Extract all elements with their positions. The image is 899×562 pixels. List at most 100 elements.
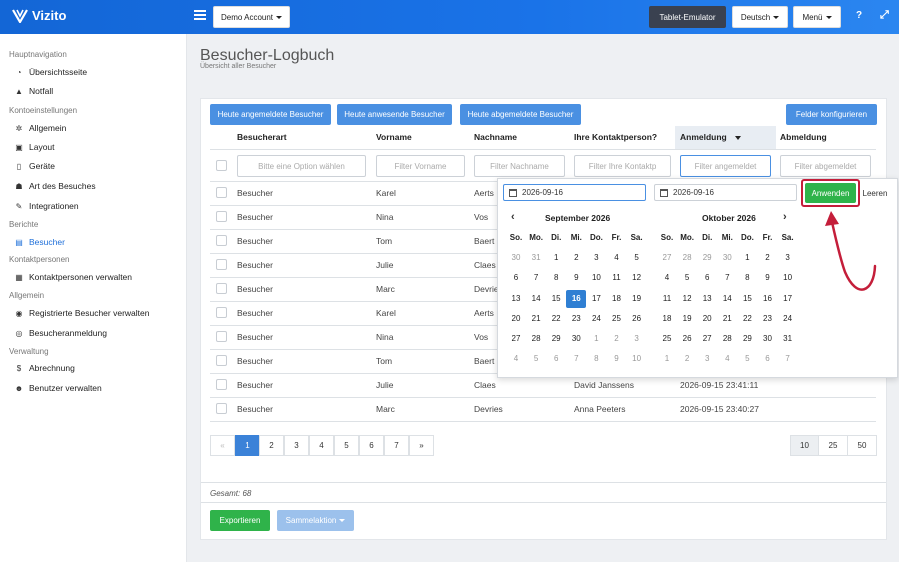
column-header-lastname[interactable]: Nachname <box>474 132 517 142</box>
calendar-day[interactable]: 4 <box>607 249 627 267</box>
page-size-50[interactable]: 50 <box>847 435 877 456</box>
calendar-day[interactable]: 18 <box>607 290 627 308</box>
calendar-day[interactable]: 2 <box>677 350 697 368</box>
calendar-day[interactable]: 31 <box>526 249 546 267</box>
calendar-day[interactable]: 23 <box>566 310 586 328</box>
calendar-day[interactable]: 16 <box>758 290 778 308</box>
filter-lastname-input[interactable]: Filter Nachname <box>474 155 565 177</box>
row-checkbox[interactable] <box>216 235 227 246</box>
row-checkbox[interactable] <box>216 331 227 342</box>
calendar-day[interactable]: 30 <box>717 249 737 267</box>
calendar-day[interactable]: 6 <box>758 350 778 368</box>
calendar-day[interactable]: 27 <box>657 249 677 267</box>
sidebar-item-visit-types[interactable]: ☗ Art des Besuches <box>0 177 186 195</box>
sidebar-item-layout[interactable]: ▣ Layout <box>0 138 186 156</box>
calendar-day[interactable]: 7 <box>778 350 798 368</box>
calendar-day[interactable]: 1 <box>546 249 566 267</box>
configure-fields-button[interactable]: Felder konfigurieren <box>786 104 877 125</box>
calendar-day[interactable]: 7 <box>526 269 546 287</box>
calendar-day[interactable]: 6 <box>697 269 717 287</box>
calendar-day[interactable]: 1 <box>586 330 606 348</box>
calendar-day[interactable]: 28 <box>526 330 546 348</box>
bulk-action-dropdown[interactable]: Sammelaktion <box>277 510 354 531</box>
calendar-day[interactable]: 1 <box>737 249 757 267</box>
calendar-day[interactable]: 23 <box>758 310 778 328</box>
clear-button[interactable]: Leeren <box>858 183 892 203</box>
calendar-day[interactable]: 8 <box>737 269 757 287</box>
calendar-day[interactable]: 22 <box>546 310 566 328</box>
calendar-day[interactable]: 7 <box>566 350 586 368</box>
date-start-input[interactable]: 2026-09-16 <box>503 184 646 201</box>
calendar-day[interactable]: 14 <box>526 290 546 308</box>
select-all-checkbox[interactable] <box>216 160 227 171</box>
date-end-input[interactable]: 2026-09-16 <box>654 184 797 201</box>
filter-type-select[interactable]: Bitte eine Option wählen <box>237 155 366 177</box>
chevron-left-icon[interactable]: ‹ <box>511 211 515 223</box>
page-4[interactable]: 4 <box>309 435 334 456</box>
filter-checkout-input[interactable]: Filter abgemeldet <box>780 155 871 177</box>
sidebar-item-contacts[interactable]: ▦ Kontaktpersonen verwalten <box>0 268 186 286</box>
calendar-day[interactable]: 13 <box>506 290 526 308</box>
calendar-day[interactable]: 16 <box>566 290 587 308</box>
column-header-checkout[interactable]: Abmeldung <box>780 132 827 142</box>
calendar-day[interactable]: 18 <box>657 310 677 328</box>
calendar-day[interactable]: 17 <box>586 290 606 308</box>
column-header-checkin[interactable]: Anmeldung <box>680 132 742 142</box>
calendar-day[interactable]: 27 <box>697 330 717 348</box>
calendar-day[interactable]: 29 <box>697 249 717 267</box>
row-checkbox[interactable] <box>216 283 227 294</box>
export-button[interactable]: Exportieren <box>210 510 270 531</box>
calendar-day[interactable]: 4 <box>717 350 737 368</box>
calendar-day[interactable]: 4 <box>506 350 526 368</box>
calendar-day[interactable]: 4 <box>657 269 677 287</box>
sidebar-item-overview[interactable]: ◔ Übersichtsseite <box>0 63 186 81</box>
calendar-day[interactable]: 9 <box>607 350 627 368</box>
apply-button[interactable]: Anwenden <box>805 183 856 203</box>
page-6[interactable]: 6 <box>359 435 384 456</box>
calendar-day[interactable]: 20 <box>697 310 717 328</box>
calendar-day[interactable]: 3 <box>627 330 647 348</box>
calendar-day[interactable]: 2 <box>758 249 778 267</box>
filter-today-present-button[interactable]: Heute anwesende Besucher <box>337 104 452 125</box>
sidebar-item-general[interactable]: ✲ Allgemein <box>0 119 186 137</box>
calendar-day[interactable]: 30 <box>758 330 778 348</box>
filter-checkin-input[interactable]: Filter angemeldet <box>680 155 771 177</box>
page-3[interactable]: 3 <box>284 435 309 456</box>
calendar-day[interactable]: 26 <box>627 310 647 328</box>
row-checkbox[interactable] <box>216 211 227 222</box>
calendar-day[interactable]: 2 <box>607 330 627 348</box>
row-checkbox[interactable] <box>216 307 227 318</box>
calendar-day[interactable]: 3 <box>586 249 606 267</box>
calendar-day[interactable]: 30 <box>566 330 586 348</box>
page-1[interactable]: 1 <box>235 435 260 456</box>
chevron-right-icon[interactable]: › <box>783 211 787 223</box>
calendar-day[interactable]: 9 <box>758 269 778 287</box>
calendar-day[interactable]: 15 <box>546 290 566 308</box>
calendar-day[interactable]: 3 <box>778 249 798 267</box>
calendar-day[interactable]: 2 <box>566 249 586 267</box>
calendar-day[interactable]: 5 <box>526 350 546 368</box>
calendar-day[interactable]: 19 <box>677 310 697 328</box>
sidebar-item-visitor-signin[interactable]: ◎ Besucheranmeldung <box>0 324 186 342</box>
tablet-emulator-button[interactable]: Tablet-Emulator <box>649 6 726 28</box>
app-logo[interactable]: Vizito <box>12 8 66 23</box>
filter-today-checked-out-button[interactable]: Heute abgemeldete Besucher <box>460 104 581 125</box>
calendar-day[interactable]: 22 <box>737 310 757 328</box>
filter-contact-input[interactable]: Filter Ihre Kontaktp <box>574 155 671 177</box>
calendar-day[interactable]: 12 <box>627 269 647 287</box>
sidebar-item-emergency[interactable]: ▲ Notfall <box>0 82 186 100</box>
calendar-day[interactable]: 29 <box>546 330 566 348</box>
filter-firstname-input[interactable]: Filter Vorname <box>376 155 465 177</box>
help-icon[interactable]: ? <box>856 10 862 21</box>
calendar-day[interactable]: 24 <box>778 310 798 328</box>
menu-toggle-icon[interactable] <box>194 10 206 20</box>
page-2[interactable]: 2 <box>259 435 284 456</box>
calendar-day[interactable]: 7 <box>717 269 737 287</box>
calendar-day[interactable]: 17 <box>778 290 798 308</box>
calendar-day[interactable]: 1 <box>657 350 677 368</box>
sidebar-item-registered-visitors[interactable]: ◉ Registrierte Besucher verwalten <box>0 304 186 322</box>
row-checkbox[interactable] <box>216 187 227 198</box>
account-dropdown[interactable]: Demo Account <box>213 6 290 28</box>
row-checkbox[interactable] <box>216 355 227 366</box>
calendar-day[interactable]: 10 <box>778 269 798 287</box>
